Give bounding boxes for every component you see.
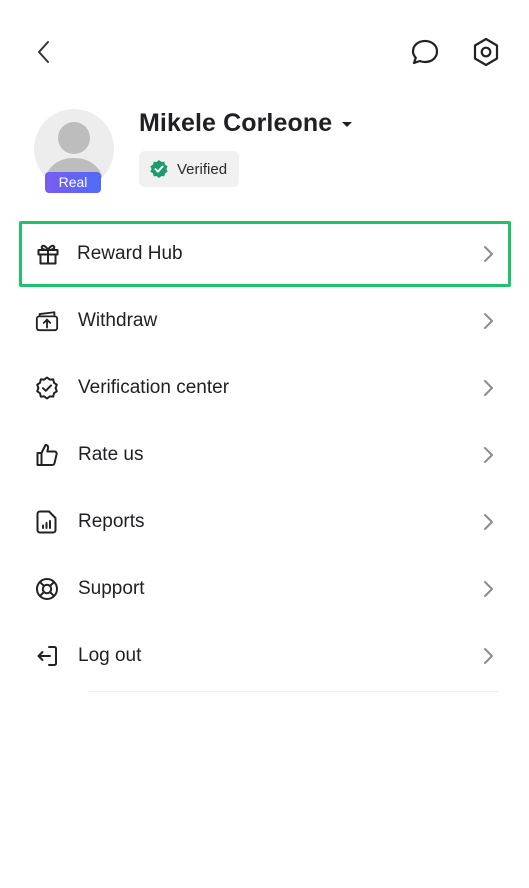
menu-item-label: Log out — [78, 644, 142, 666]
chevron-left-icon — [38, 41, 49, 63]
verification-badge-icon — [36, 376, 58, 399]
profile-menu-screen: Real Mikele Corleone Verified Reward Hub… — [0, 0, 529, 888]
menu-list: Reward Hub Withdraw Verification center … — [0, 221, 529, 689]
menu-item-label: Reports — [78, 510, 145, 532]
settings-hexagon-icon — [473, 37, 499, 67]
menu-item-label: Verification center — [78, 376, 230, 398]
chat-button[interactable] — [405, 32, 445, 72]
menu-item-rate-us[interactable]: Rate us — [0, 421, 529, 488]
menu-item-reports[interactable]: Reports — [0, 488, 529, 555]
chat-bubble-icon — [411, 39, 439, 65]
menu-item-label: Withdraw — [78, 309, 158, 331]
menu-item-log-out[interactable]: Log out — [0, 622, 529, 689]
verified-label: Verified — [177, 160, 228, 178]
report-document-icon — [36, 510, 57, 533]
divider — [88, 691, 498, 692]
gift-icon — [37, 244, 59, 265]
settings-button[interactable] — [466, 32, 506, 72]
verified-badge: Verified — [139, 151, 240, 187]
menu-item-withdraw[interactable]: Withdraw — [0, 287, 529, 354]
chevron-right-icon — [484, 246, 493, 262]
withdraw-icon — [35, 310, 59, 331]
menu-item-label: Rate us — [78, 443, 144, 465]
menu-item-verification-center[interactable]: Verification center — [0, 354, 529, 421]
chevron-right-icon — [484, 647, 493, 664]
caret-down-icon — [342, 121, 353, 127]
chevron-right-icon — [484, 379, 493, 396]
verified-check-icon — [150, 160, 168, 178]
user-name: Mikele Corleone — [139, 109, 333, 137]
menu-item-support[interactable]: Support — [0, 555, 529, 622]
top-bar — [0, 30, 529, 74]
menu-item-label: Support — [78, 577, 145, 599]
profile-header: Real Mikele Corleone Verified — [0, 109, 529, 199]
account-switcher[interactable]: Mikele Corleone — [139, 109, 354, 138]
chevron-right-icon — [484, 513, 493, 530]
chevron-right-icon — [484, 312, 493, 329]
chevron-right-icon — [484, 446, 493, 463]
thumbs-up-icon — [36, 443, 58, 466]
account-type-badge: Real — [45, 172, 101, 193]
menu-item-reward-hub[interactable]: Reward Hub — [19, 221, 511, 287]
logout-icon — [37, 645, 57, 666]
lifebuoy-icon — [36, 577, 58, 600]
chevron-right-icon — [484, 580, 493, 597]
menu-item-label: Reward Hub — [77, 243, 183, 264]
back-button[interactable] — [24, 32, 64, 72]
